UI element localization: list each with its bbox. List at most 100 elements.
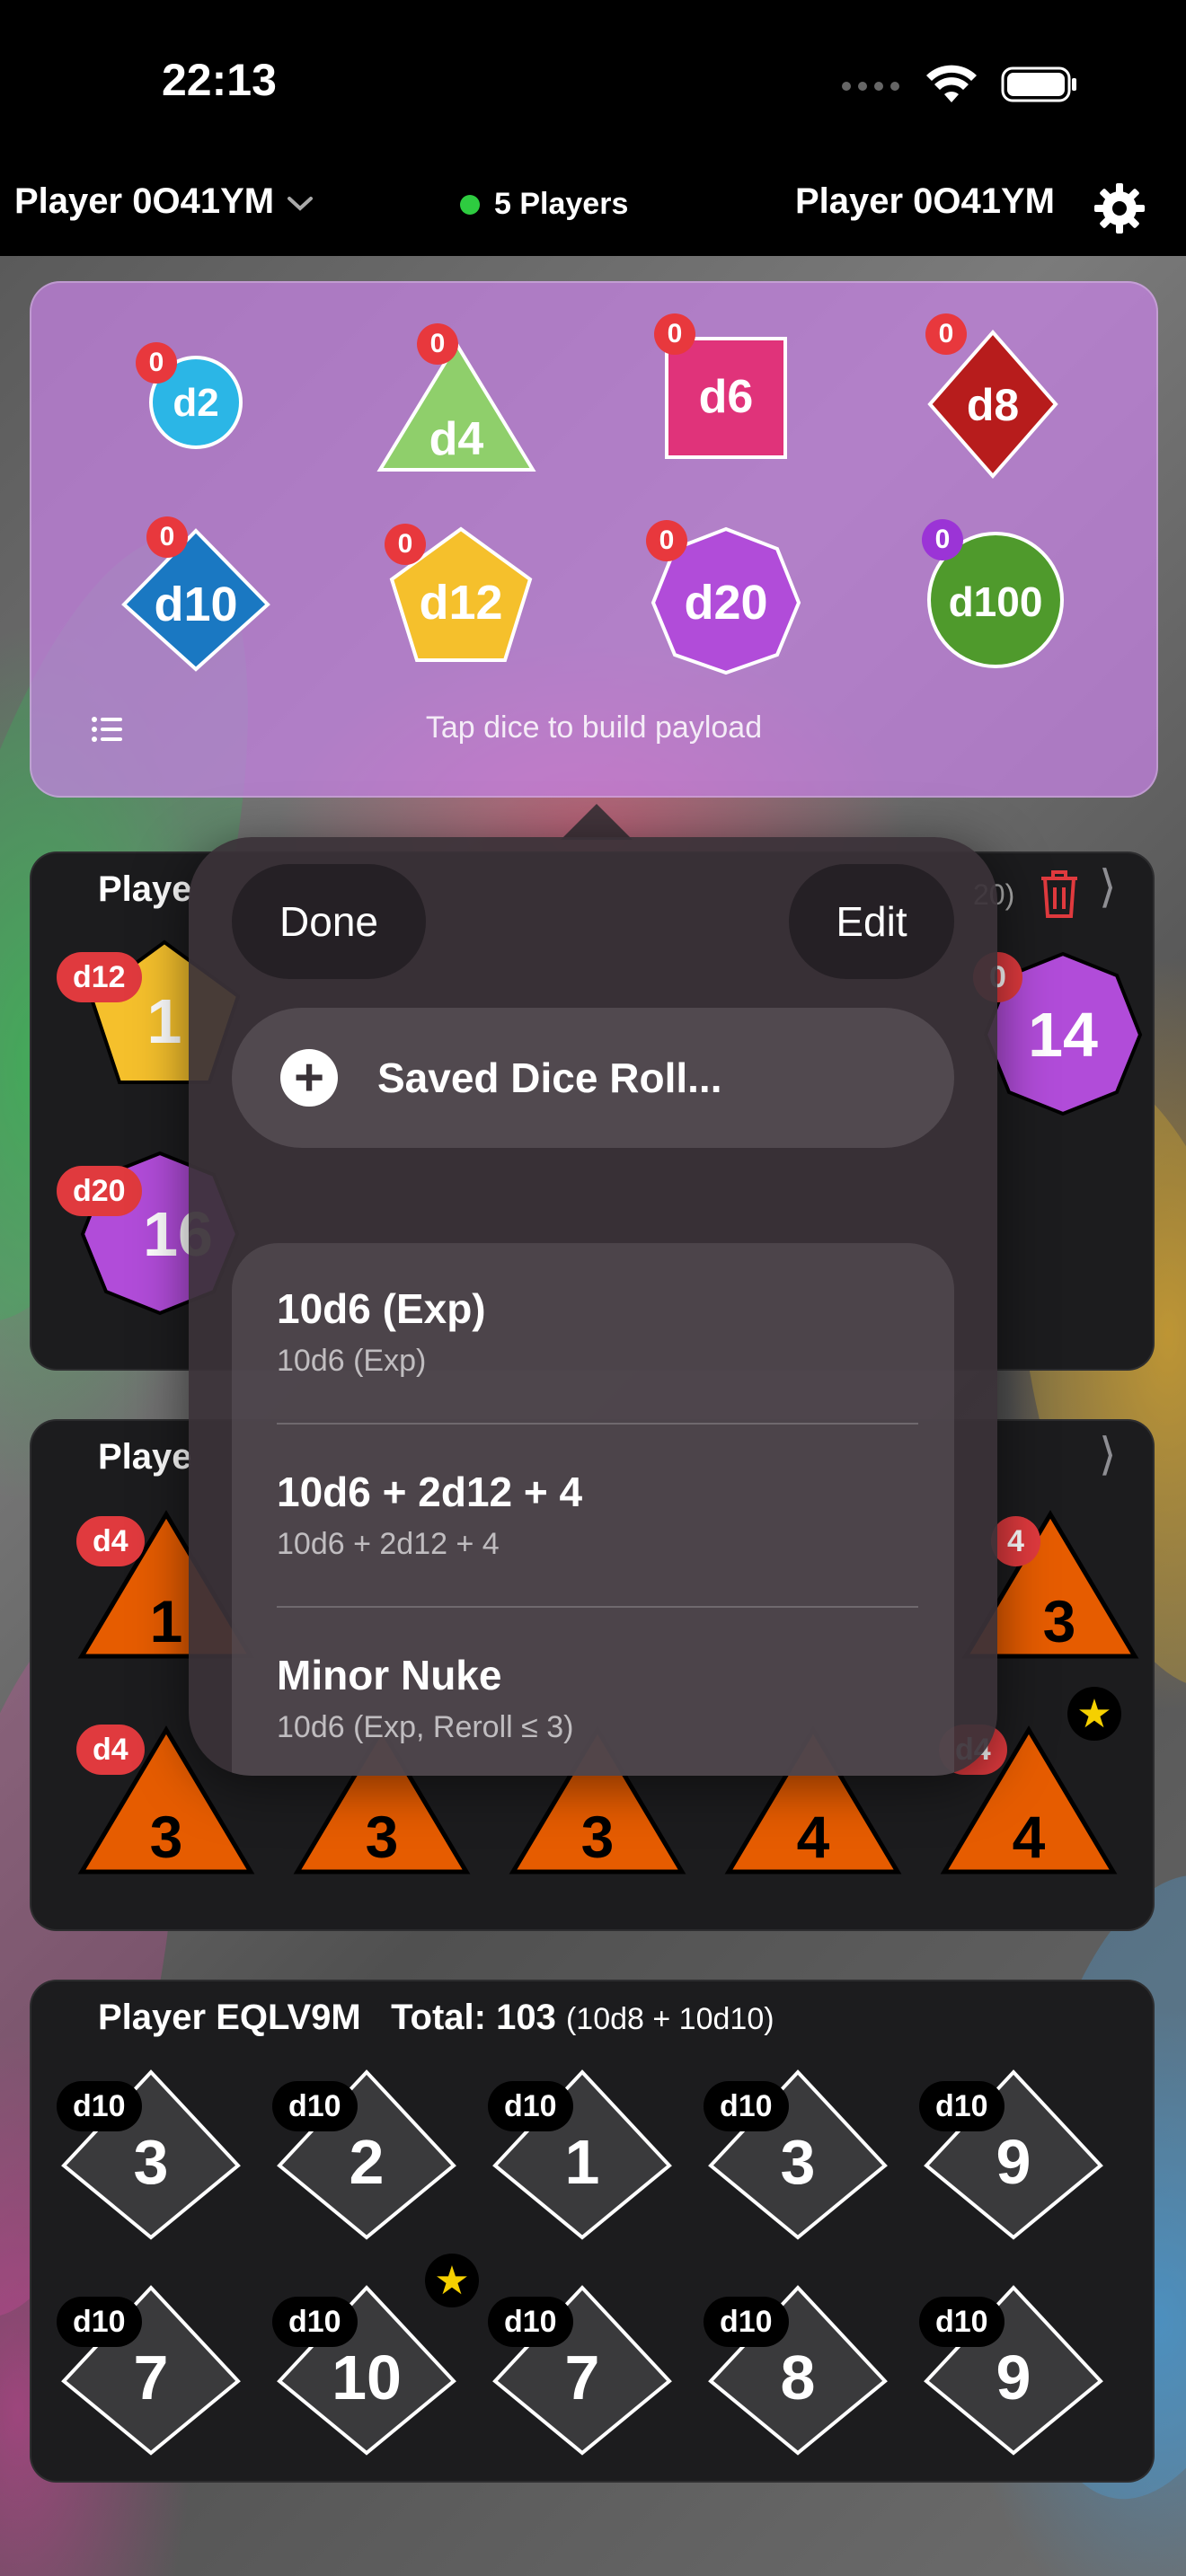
- dice-d20-label: d20: [684, 576, 767, 630]
- result-value: 14: [1028, 1000, 1098, 1070]
- result-value: 3: [781, 2127, 816, 2197]
- saved-roll-subtitle: 10d6 + 2d12 + 4: [277, 1527, 500, 1561]
- saved-dice-roll-button[interactable]: + Saved Dice Roll...: [232, 1008, 954, 1148]
- dice-d2-label: d2: [173, 381, 218, 425]
- edit-button[interactable]: Edit: [789, 864, 954, 979]
- card-total-label: Total:: [391, 1998, 486, 2037]
- current-player-name: Player 0O41YM: [794, 181, 1055, 221]
- result-value: 3: [134, 2127, 169, 2197]
- dice-d12-count-badge: 0: [385, 524, 426, 565]
- result-value: 10: [332, 2342, 402, 2413]
- player-selector-label: Player 0O41YM: [14, 181, 275, 221]
- dice-d100-count-badge: 0: [922, 519, 963, 560]
- dice-d10-count-badge: 0: [146, 516, 188, 558]
- saved-dice-roll-label: Saved Dice Roll...: [377, 1054, 722, 1101]
- result-value: 4: [1013, 1804, 1046, 1870]
- gear-icon[interactable]: [1093, 181, 1146, 235]
- card-total-value: 103: [496, 1998, 556, 2037]
- popover-arrow: [561, 804, 633, 840]
- dice-d2-count-badge: 0: [136, 342, 177, 384]
- card-formula: (10d8 + 10d10): [565, 2002, 774, 2036]
- picker-hint: Tap dice to build payload: [425, 710, 763, 745]
- result-die-type-tag: d10: [919, 2297, 1005, 2347]
- result-die-type-tag: d10: [704, 2081, 789, 2131]
- result-value: 2: [350, 2127, 385, 2197]
- dice-d2-button[interactable]: d2 0: [136, 342, 245, 456]
- chevron-right-icon[interactable]: ⟩: [1099, 1428, 1117, 1480]
- saved-roll-subtitle: 10d6 (Exp, Reroll ≤ 3): [277, 1710, 574, 1744]
- online-dot-icon: [460, 194, 480, 215]
- dice-d4-label: d4: [429, 413, 484, 465]
- roll-result-card: Player EQLV9M Total: 103 (10d8 + 10d10) …: [30, 1980, 1155, 2483]
- saved-roll-title: 10d6 (Exp): [277, 1285, 486, 1332]
- dice-d8-count-badge: 0: [925, 313, 967, 355]
- result-die-type-tag: d12: [57, 952, 142, 1002]
- result-die-type-tag: d10: [488, 2297, 573, 2347]
- dice-d20-count-badge: 0: [646, 520, 687, 561]
- result-value: 1: [150, 1588, 183, 1654]
- chevron-down-icon: [287, 181, 314, 222]
- result-die-type-tag: d10: [704, 2297, 789, 2347]
- saved-rolls-list: 10d6 (Exp) 10d6 (Exp) 10d6 + 2d12 + 4 10…: [232, 1243, 954, 1776]
- result-value: 1: [565, 2127, 600, 2197]
- result-value: 4: [797, 1804, 830, 1870]
- result-value: 3: [150, 1804, 183, 1870]
- saved-roll-subtitle: 10d6 (Exp): [277, 1344, 427, 1378]
- player-selector[interactable]: Player 0O41YM: [14, 181, 314, 222]
- plus-icon: +: [280, 1049, 338, 1107]
- result-value: 7: [565, 2342, 600, 2413]
- saved-roll-title: Minor Nuke: [277, 1652, 502, 1698]
- done-button[interactable]: Done: [232, 864, 426, 979]
- dice-d6-count-badge: 0: [654, 313, 695, 355]
- wifi-icon: [925, 65, 978, 109]
- saved-roll-item[interactable]: 10d6 (Exp) 10d6 (Exp): [277, 1284, 954, 1379]
- result-value: 1: [147, 986, 182, 1056]
- cellular-icon: [839, 75, 902, 98]
- dice-d4-count-badge: 0: [417, 323, 458, 365]
- divider: [277, 1606, 918, 1608]
- star-icon: ★: [425, 2254, 479, 2307]
- result-die-type-tag: 4: [991, 1516, 1040, 1566]
- card-player-name: Player EQLV9M: [98, 1998, 361, 2037]
- saved-roll-item[interactable]: Minor Nuke 10d6 (Exp, Reroll ≤ 3): [277, 1651, 954, 1745]
- dice-picker-panel: d2 0 d4 0 d6 0 d8 0 d10 0 d12 0 d20 0 d1…: [30, 281, 1158, 798]
- dice-d100-button[interactable]: d100 0: [922, 519, 1067, 676]
- status-time: 22:13: [162, 55, 277, 105]
- players-status[interactable]: 5 Players: [460, 187, 628, 222]
- card-title: Player EQLV9M Total: 103 (10d8 + 10d10): [98, 1998, 774, 2038]
- card-player-name: Playe: [98, 869, 192, 909]
- card-player-name: Playe: [98, 1437, 192, 1477]
- chevron-right-icon[interactable]: ⟩: [1099, 860, 1117, 913]
- result-die-type-tag: d10: [272, 2297, 358, 2347]
- status-icons: [839, 65, 1078, 109]
- dice-d8-label: d8: [967, 380, 1019, 430]
- result-value: 3: [1043, 1588, 1076, 1654]
- dice-d4-button[interactable]: d4 0: [376, 323, 537, 479]
- dice-d20-button[interactable]: d20 0: [646, 520, 802, 681]
- dice-d10-button[interactable]: d10 0: [119, 516, 272, 681]
- divider: [277, 1423, 918, 1425]
- star-icon: ★: [1067, 1687, 1121, 1741]
- result-die-type-tag: d10: [57, 2297, 142, 2347]
- result-value: 7: [134, 2342, 169, 2413]
- dice-d12-label: d12: [419, 576, 502, 630]
- dice-d10-label: d10: [154, 578, 237, 631]
- saved-roll-item[interactable]: 10d6 + 2d12 + 4 10d6 + 2d12 + 4: [277, 1468, 954, 1562]
- result-die-type-tag: d20: [57, 1166, 142, 1216]
- dice-d12-button[interactable]: d12 0: [385, 524, 537, 672]
- result-die-type-tag: d10: [488, 2081, 573, 2131]
- saved-rolls-popover: Done Edit + Saved Dice Roll... 10d6 (Exp…: [189, 837, 997, 1776]
- result-die-type-tag: d4: [76, 1516, 145, 1566]
- dice-d8-button[interactable]: d8 0: [925, 313, 1060, 485]
- result-die-type-tag: d10: [272, 2081, 358, 2131]
- result-die-type-tag: d10: [919, 2081, 1005, 2131]
- result-value: 9: [996, 2342, 1031, 2413]
- result-value: 3: [366, 1804, 399, 1870]
- dice-d6-label: d6: [699, 371, 754, 423]
- saved-roll-title: 10d6 + 2d12 + 4: [277, 1469, 583, 1515]
- result-die-type-tag: d10: [57, 2081, 142, 2131]
- nav-bar: Player 0O41YM 5 Players Player 0O41YM: [0, 171, 1186, 256]
- dice-d6-button[interactable]: d6 0: [654, 313, 789, 465]
- trash-icon[interactable]: [1038, 868, 1081, 924]
- battery-icon: [1001, 65, 1078, 109]
